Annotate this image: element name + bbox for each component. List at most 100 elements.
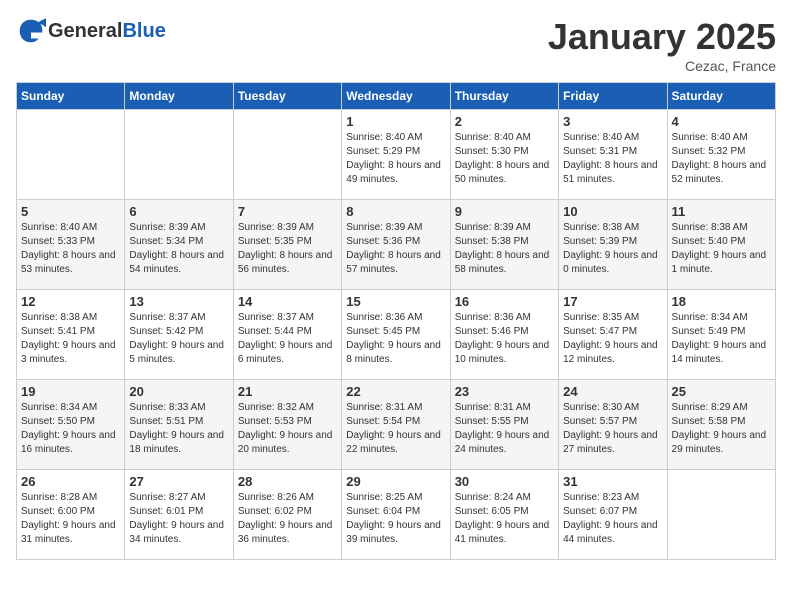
day-number: 10 — [563, 204, 662, 219]
day-number: 29 — [346, 474, 445, 489]
day-info: Sunrise: 8:34 AMSunset: 5:50 PMDaylight:… — [21, 401, 120, 457]
page-header: GeneralBlue January 2025 Cezac, France — [16, 16, 776, 74]
calendar-cell — [125, 110, 233, 200]
day-number: 21 — [238, 384, 337, 399]
day-number: 3 — [563, 114, 662, 129]
day-info: Sunrise: 8:36 AMSunset: 5:45 PMDaylight:… — [346, 311, 445, 367]
day-number: 7 — [238, 204, 337, 219]
day-info: Sunrise: 8:31 AMSunset: 5:55 PMDaylight:… — [455, 401, 554, 457]
calendar-cell: 6 Sunrise: 8:39 AMSunset: 5:34 PMDaylight… — [125, 200, 233, 290]
calendar-cell: 20 Sunrise: 8:33 AMSunset: 5:51 PMDayligh… — [125, 380, 233, 470]
header-row: SundayMondayTuesdayWednesdayThursdayFrid… — [17, 83, 776, 110]
day-number: 5 — [21, 204, 120, 219]
calendar-cell: 29 Sunrise: 8:25 AMSunset: 6:04 PMDayligh… — [342, 470, 450, 560]
day-info: Sunrise: 8:27 AMSunset: 6:01 PMDaylight:… — [129, 491, 228, 547]
day-header-friday: Friday — [559, 83, 667, 110]
day-number: 13 — [129, 294, 228, 309]
day-info: Sunrise: 8:38 AMSunset: 5:39 PMDaylight:… — [563, 221, 662, 277]
day-number: 15 — [346, 294, 445, 309]
week-row-4: 19 Sunrise: 8:34 AMSunset: 5:50 PMDayligh… — [17, 380, 776, 470]
calendar-cell: 7 Sunrise: 8:39 AMSunset: 5:35 PMDaylight… — [233, 200, 341, 290]
day-number: 20 — [129, 384, 228, 399]
day-info: Sunrise: 8:38 AMSunset: 5:40 PMDaylight:… — [672, 221, 771, 277]
week-row-3: 12 Sunrise: 8:38 AMSunset: 5:41 PMDayligh… — [17, 290, 776, 380]
day-info: Sunrise: 8:29 AMSunset: 5:58 PMDaylight:… — [672, 401, 771, 457]
calendar-cell: 27 Sunrise: 8:27 AMSunset: 6:01 PMDayligh… — [125, 470, 233, 560]
calendar-cell: 24 Sunrise: 8:30 AMSunset: 5:57 PMDayligh… — [559, 380, 667, 470]
day-number: 12 — [21, 294, 120, 309]
location: Cezac, France — [548, 58, 776, 74]
calendar-cell: 16Sunrise: 8:36 AMSunset: 5:46 PMDayligh… — [450, 290, 558, 380]
calendar-cell: 15 Sunrise: 8:36 AMSunset: 5:45 PMDayligh… — [342, 290, 450, 380]
day-number: 16 — [455, 294, 554, 309]
day-header-wednesday: Wednesday — [342, 83, 450, 110]
calendar-cell: 8 Sunrise: 8:39 AMSunset: 5:36 PMDaylight… — [342, 200, 450, 290]
day-number: 19 — [21, 384, 120, 399]
day-number: 22 — [346, 384, 445, 399]
day-info: Sunrise: 8:31 AMSunset: 5:54 PMDaylight:… — [346, 401, 445, 457]
day-info: Sunrise: 8:40 AMSunset: 5:33 PMDaylight:… — [21, 221, 120, 277]
calendar-cell: 31Sunrise: 8:23 AMSunset: 6:07 PMDayligh… — [559, 470, 667, 560]
day-number: 26 — [21, 474, 120, 489]
day-info: Sunrise: 8:40 AMSunset: 5:31 PMDaylight:… — [563, 131, 662, 187]
day-number: 9 — [455, 204, 554, 219]
day-number: 8 — [346, 204, 445, 219]
day-info: Sunrise: 8:39 AMSunset: 5:35 PMDaylight:… — [238, 221, 337, 277]
logo-icon — [16, 16, 46, 46]
day-number: 6 — [129, 204, 228, 219]
day-info: Sunrise: 8:33 AMSunset: 5:51 PMDaylight:… — [129, 401, 228, 457]
calendar-cell: 26Sunrise: 8:28 AMSunset: 6:00 PMDayligh… — [17, 470, 125, 560]
calendar-cell: 28Sunrise: 8:26 AMSunset: 6:02 PMDayligh… — [233, 470, 341, 560]
calendar-cell: 21 Sunrise: 8:32 AMSunset: 5:53 PMDayligh… — [233, 380, 341, 470]
day-info: Sunrise: 8:39 AMSunset: 5:38 PMDaylight:… — [455, 221, 554, 277]
calendar-cell: 2 Sunrise: 8:40 AMSunset: 5:30 PMDaylight… — [450, 110, 558, 200]
month-title: January 2025 — [548, 16, 776, 58]
day-number: 31 — [563, 474, 662, 489]
logo-blue: Blue — [122, 20, 165, 42]
calendar-cell: 23Sunrise: 8:31 AMSunset: 5:55 PMDayligh… — [450, 380, 558, 470]
calendar-cell: 13Sunrise: 8:37 AMSunset: 5:42 PMDayligh… — [125, 290, 233, 380]
calendar-cell: 14Sunrise: 8:37 AMSunset: 5:44 PMDayligh… — [233, 290, 341, 380]
calendar-cell: 12 Sunrise: 8:38 AMSunset: 5:41 PMDayligh… — [17, 290, 125, 380]
day-header-thursday: Thursday — [450, 83, 558, 110]
day-number: 18 — [672, 294, 771, 309]
day-info: Sunrise: 8:40 AMSunset: 5:32 PMDaylight:… — [672, 131, 771, 187]
day-info: Sunrise: 8:40 AMSunset: 5:30 PMDaylight:… — [455, 131, 554, 187]
day-number: 1 — [346, 114, 445, 129]
calendar-cell: 30Sunrise: 8:24 AMSunset: 6:05 PMDayligh… — [450, 470, 558, 560]
day-info: Sunrise: 8:35 AMSunset: 5:47 PMDaylight:… — [563, 311, 662, 367]
day-info: Sunrise: 8:25 AMSunset: 6:04 PMDaylight:… — [346, 491, 445, 547]
calendar-cell: 22 Sunrise: 8:31 AMSunset: 5:54 PMDayligh… — [342, 380, 450, 470]
calendar-table: SundayMondayTuesdayWednesdayThursdayFrid… — [16, 82, 776, 560]
calendar-cell: 3 Sunrise: 8:40 AMSunset: 5:31 PMDaylight… — [559, 110, 667, 200]
day-number: 24 — [563, 384, 662, 399]
day-info: Sunrise: 8:32 AMSunset: 5:53 PMDaylight:… — [238, 401, 337, 457]
day-number: 4 — [672, 114, 771, 129]
calendar-cell: 11Sunrise: 8:38 AMSunset: 5:40 PMDayligh… — [667, 200, 775, 290]
day-header-saturday: Saturday — [667, 83, 775, 110]
calendar-cell: 19 Sunrise: 8:34 AMSunset: 5:50 PMDayligh… — [17, 380, 125, 470]
day-info: Sunrise: 8:30 AMSunset: 5:57 PMDaylight:… — [563, 401, 662, 457]
day-number: 25 — [672, 384, 771, 399]
calendar-cell: 10 Sunrise: 8:38 AMSunset: 5:39 PMDayligh… — [559, 200, 667, 290]
calendar-cell: 25 Sunrise: 8:29 AMSunset: 5:58 PMDayligh… — [667, 380, 775, 470]
day-info: Sunrise: 8:39 AMSunset: 5:34 PMDaylight:… — [129, 221, 228, 277]
calendar-cell: 17Sunrise: 8:35 AMSunset: 5:47 PMDayligh… — [559, 290, 667, 380]
title-block: January 2025 Cezac, France — [548, 16, 776, 74]
calendar-cell — [233, 110, 341, 200]
calendar-cell: 1Sunrise: 8:40 AMSunset: 5:29 PMDaylight… — [342, 110, 450, 200]
calendar-cell — [667, 470, 775, 560]
week-row-2: 5 Sunrise: 8:40 AMSunset: 5:33 PMDaylight… — [17, 200, 776, 290]
logo-text: GeneralBlue — [48, 20, 166, 43]
day-info: Sunrise: 8:39 AMSunset: 5:36 PMDaylight:… — [346, 221, 445, 277]
day-number: 27 — [129, 474, 228, 489]
week-row-1: 1Sunrise: 8:40 AMSunset: 5:29 PMDaylight… — [17, 110, 776, 200]
day-header-monday: Monday — [125, 83, 233, 110]
logo-general: General — [48, 20, 122, 42]
day-number: 28 — [238, 474, 337, 489]
day-number: 14 — [238, 294, 337, 309]
day-info: Sunrise: 8:34 AMSunset: 5:49 PMDaylight:… — [672, 311, 771, 367]
day-info: Sunrise: 8:38 AMSunset: 5:41 PMDaylight:… — [21, 311, 120, 367]
calendar-cell: 5 Sunrise: 8:40 AMSunset: 5:33 PMDaylight… — [17, 200, 125, 290]
day-number: 2 — [455, 114, 554, 129]
